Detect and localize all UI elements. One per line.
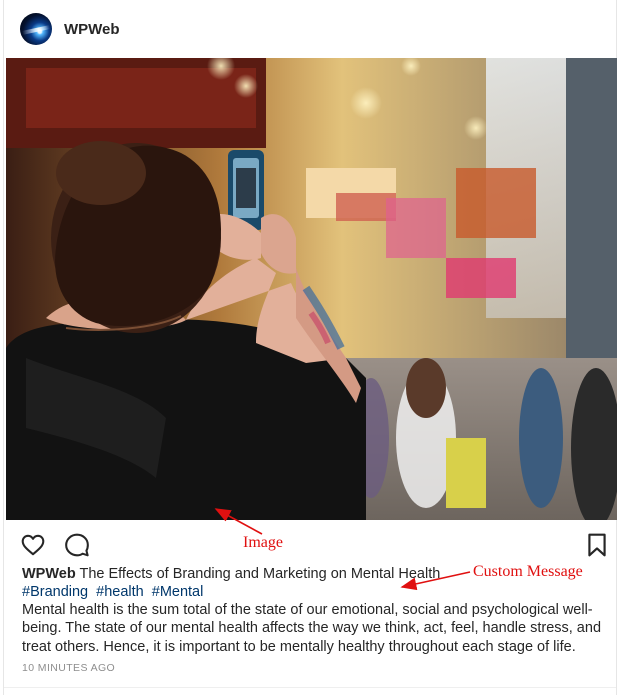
post-image[interactable] (6, 58, 617, 520)
caption-title-line: WPWeb The Effects of Branding and Market… (22, 565, 440, 583)
custom-message-annotation-label: Custom Message (473, 563, 583, 580)
image-annotation-label: Image (243, 534, 283, 551)
post-header: WPWeb (20, 12, 120, 46)
post-card: WPWeb WPWeb The Effects of Branding and … (3, 0, 617, 695)
caption-username[interactable]: WPWeb (22, 566, 76, 582)
hashtag-list: #Branding #health #Mental (22, 583, 207, 601)
avatar[interactable] (20, 13, 52, 45)
custom-message: Mental health is the sum total of the st… (22, 602, 602, 655)
street-photo-illustration (6, 58, 617, 520)
divider (4, 687, 616, 688)
bookmark-icon[interactable] (584, 532, 610, 558)
post-actions (20, 532, 606, 558)
hashtag-link[interactable]: #Mental (152, 584, 204, 600)
caption-title: The Effects of Branding and Marketing on… (79, 566, 441, 582)
hashtag-link[interactable]: #health (96, 584, 144, 600)
comment-icon[interactable] (64, 532, 90, 558)
post-timestamp: 10 MINUTES AGO (22, 662, 116, 674)
post-username[interactable]: WPWeb (64, 21, 120, 38)
hashtag-link[interactable]: #Branding (22, 584, 88, 600)
heart-icon[interactable] (20, 532, 46, 558)
